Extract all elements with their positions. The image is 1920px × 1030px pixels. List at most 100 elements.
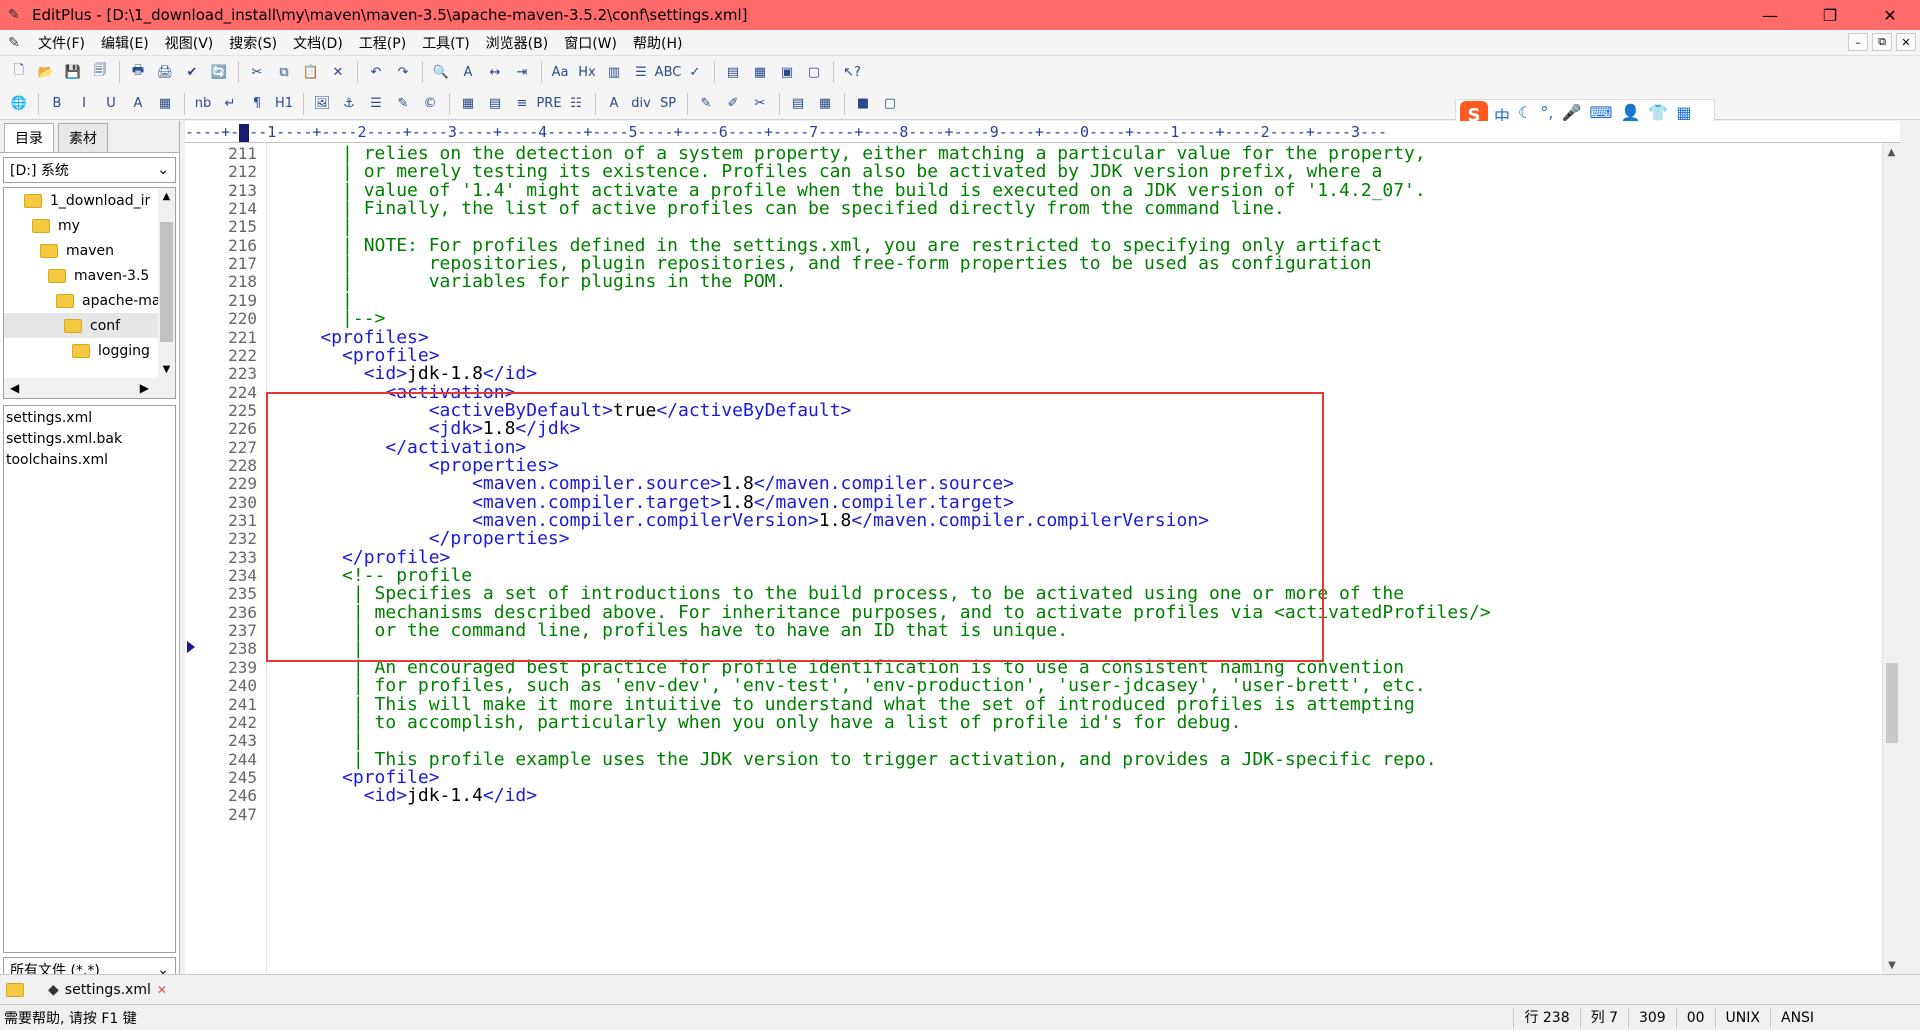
toolbar-button-icon[interactable]: ⇥ bbox=[509, 60, 535, 84]
toolbar-button-icon[interactable]: ↔ bbox=[482, 60, 508, 84]
toolbar-button-icon[interactable]: 🔍 bbox=[428, 60, 454, 84]
editor-scroll-thumb[interactable] bbox=[1886, 663, 1898, 743]
toolbar-button-icon[interactable]: ▦ bbox=[812, 92, 838, 116]
tree-item[interactable]: apache-ma bbox=[4, 288, 175, 313]
menu-item[interactable]: 搜索(S) bbox=[221, 33, 285, 53]
toolbar-button-icon[interactable]: ↶ bbox=[363, 60, 389, 84]
toolbar-button-icon[interactable]: ⧉ bbox=[271, 60, 297, 84]
toolbar-button-icon[interactable]: U bbox=[98, 92, 124, 116]
toolbar-button-icon[interactable]: ✎ bbox=[693, 92, 719, 116]
toolbar-button-icon[interactable]: ≡ bbox=[509, 92, 535, 116]
toolbar-button-icon[interactable]: ▦ bbox=[455, 92, 481, 116]
tree-scroll-thumb[interactable] bbox=[160, 222, 173, 342]
toolbar-button-icon[interactable]: ▣ bbox=[774, 60, 800, 84]
chevron-down-icon[interactable]: ▼ bbox=[158, 361, 175, 378]
close-tab-icon[interactable]: ✕ bbox=[157, 983, 167, 997]
chevron-down-icon[interactable]: ▼ bbox=[1883, 956, 1900, 974]
menu-item[interactable]: 编辑(E) bbox=[93, 33, 157, 53]
tree-item[interactable]: conf bbox=[4, 313, 175, 338]
toolbar-button-icon[interactable]: ☰ bbox=[363, 92, 389, 116]
toolbar-button-icon[interactable]: ▢ bbox=[801, 60, 827, 84]
toolbar-button-icon[interactable]: ☰ bbox=[628, 60, 654, 84]
mdi-minimize-button[interactable]: – bbox=[1848, 33, 1868, 51]
menu-item[interactable]: 帮助(H) bbox=[625, 33, 690, 53]
toolbar-button-icon[interactable]: ✕ bbox=[325, 60, 351, 84]
tree-horizontal-scrollbar[interactable]: ◀ ▶ bbox=[4, 378, 175, 398]
menu-item[interactable]: 浏览器(B) bbox=[478, 33, 557, 53]
editor-vertical-scrollbar[interactable]: ▲ ▼ bbox=[1882, 143, 1900, 974]
toolbar-button-icon[interactable]: ▦ bbox=[152, 92, 178, 116]
toolbar-button-icon[interactable]: 🔄 bbox=[206, 60, 232, 84]
folder-tree[interactable]: 1_download_ir my maven maven-3.5 apache-ma co… bbox=[3, 187, 176, 399]
toolbar-button-icon[interactable]: ☷ bbox=[563, 92, 589, 116]
toolbar-button-icon[interactable]: ✐ bbox=[720, 92, 746, 116]
toolbar-button-icon[interactable]: ▤ bbox=[785, 92, 811, 116]
toolbar-button-icon[interactable]: ▥ bbox=[601, 60, 627, 84]
toolbar-button-icon[interactable]: ✂ bbox=[747, 92, 773, 116]
tree-vertical-scrollbar[interactable]: ▲ ▼ bbox=[158, 188, 175, 378]
toolbar-button-icon[interactable]: SP bbox=[655, 92, 681, 116]
toolbar-button-icon[interactable]: A bbox=[601, 92, 627, 116]
toolbar-button-icon[interactable]: H1 bbox=[271, 92, 297, 116]
toolbar-button-icon[interactable]: nb bbox=[190, 92, 216, 116]
toolbar-button-icon[interactable]: 💾 bbox=[60, 60, 86, 84]
menu-item[interactable]: 文件(F) bbox=[30, 33, 93, 53]
toolbar-button-icon[interactable]: 📋 bbox=[298, 60, 324, 84]
toolbar-button-icon[interactable]: ✔ bbox=[179, 60, 205, 84]
tree-item[interactable]: maven bbox=[4, 238, 175, 263]
file-list-item[interactable]: toolchains.xml bbox=[6, 450, 173, 471]
mdi-restore-button[interactable]: ⧉ bbox=[1872, 33, 1892, 51]
tree-item[interactable]: 1_download_ir bbox=[4, 188, 175, 213]
toolbar-button-icon[interactable]: ↖? bbox=[839, 60, 865, 84]
close-button[interactable]: ✕ bbox=[1860, 0, 1920, 30]
toolbar-button-icon[interactable]: ✂ bbox=[244, 60, 270, 84]
file-list-item[interactable]: settings.xml.bak bbox=[6, 429, 173, 450]
menu-item[interactable]: 工具(T) bbox=[414, 33, 477, 53]
toolbar-button-icon[interactable]: 🖼 bbox=[309, 92, 335, 116]
toolbar-button-icon[interactable]: © bbox=[417, 92, 443, 116]
toolbar-button-icon[interactable]: ▤ bbox=[482, 92, 508, 116]
toolbar-button-icon[interactable]: ⚓ bbox=[336, 92, 362, 116]
toolbar-button-icon[interactable]: A bbox=[455, 60, 481, 84]
tree-item[interactable]: my bbox=[4, 213, 175, 238]
toolbar-button-icon[interactable]: 🌐 bbox=[6, 92, 32, 116]
toolbar-button-icon[interactable]: I bbox=[71, 92, 97, 116]
toolbar-button-icon[interactable]: 🖨 bbox=[152, 60, 178, 84]
tab-directory[interactable]: 目录 bbox=[4, 123, 54, 152]
toolbar-button-icon[interactable]: ▤ bbox=[720, 60, 746, 84]
maximize-button[interactable]: ❐ bbox=[1800, 0, 1860, 30]
drive-select[interactable]: [D:] 系统 ⌄ bbox=[3, 157, 176, 183]
menu-item[interactable]: 窗口(W) bbox=[556, 33, 625, 53]
toolbar-button-icon[interactable]: ■ bbox=[850, 92, 876, 116]
menu-item[interactable]: 工程(P) bbox=[351, 33, 414, 53]
chevron-up-icon[interactable]: ▲ bbox=[1883, 143, 1900, 161]
toolbar-button-icon[interactable]: Hx bbox=[574, 60, 600, 84]
toolbar-button-icon[interactable]: 📂 bbox=[33, 60, 59, 84]
toolbar-button-icon[interactable]: B bbox=[44, 92, 70, 116]
tab-cliptext[interactable]: 素材 bbox=[58, 123, 108, 152]
toolbar-button-icon[interactable]: div bbox=[628, 92, 654, 116]
menu-item[interactable]: 视图(V) bbox=[157, 33, 222, 53]
toolbar-button-icon[interactable]: ✎ bbox=[390, 92, 416, 116]
toolbar-button-icon[interactable]: ¶ bbox=[244, 92, 270, 116]
tree-item[interactable]: maven-3.5 bbox=[4, 263, 175, 288]
code-editor[interactable]: 211 212 213 214 215 216 217 218 219 220 221 222 223 2… bbox=[185, 143, 1900, 974]
file-list-item[interactable]: settings.xml bbox=[6, 408, 173, 429]
chevron-up-icon[interactable]: ▲ bbox=[158, 188, 175, 205]
toolbar-button-icon[interactable]: Aа bbox=[547, 60, 573, 84]
tree-item[interactable]: logging bbox=[4, 338, 175, 363]
toolbar-button-icon[interactable]: A bbox=[125, 92, 151, 116]
mdi-close-button[interactable]: ✕ bbox=[1896, 33, 1916, 51]
toolbar-button-icon[interactable]: ABC bbox=[655, 60, 682, 84]
tab-settings-xml[interactable]: ◆ settings.xml ✕ bbox=[40, 980, 175, 1000]
toolbar-button-icon[interactable]: ▢ bbox=[877, 92, 903, 116]
toolbar-button-icon[interactable]: 🗐 bbox=[87, 60, 113, 84]
chevron-right-icon[interactable]: ▶ bbox=[140, 381, 149, 395]
menu-item[interactable]: 文档(D) bbox=[285, 33, 351, 53]
toolbar-button-icon[interactable]: ↷ bbox=[390, 60, 416, 84]
chevron-left-icon[interactable]: ◀ bbox=[10, 381, 19, 395]
toolbar-button-icon[interactable]: ▦ bbox=[747, 60, 773, 84]
toolbar-button-icon[interactable]: ↵ bbox=[217, 92, 243, 116]
toolbar-button-icon[interactable]: ✓ bbox=[682, 60, 708, 84]
toolbar-button-icon[interactable]: 🗋 bbox=[6, 60, 32, 84]
